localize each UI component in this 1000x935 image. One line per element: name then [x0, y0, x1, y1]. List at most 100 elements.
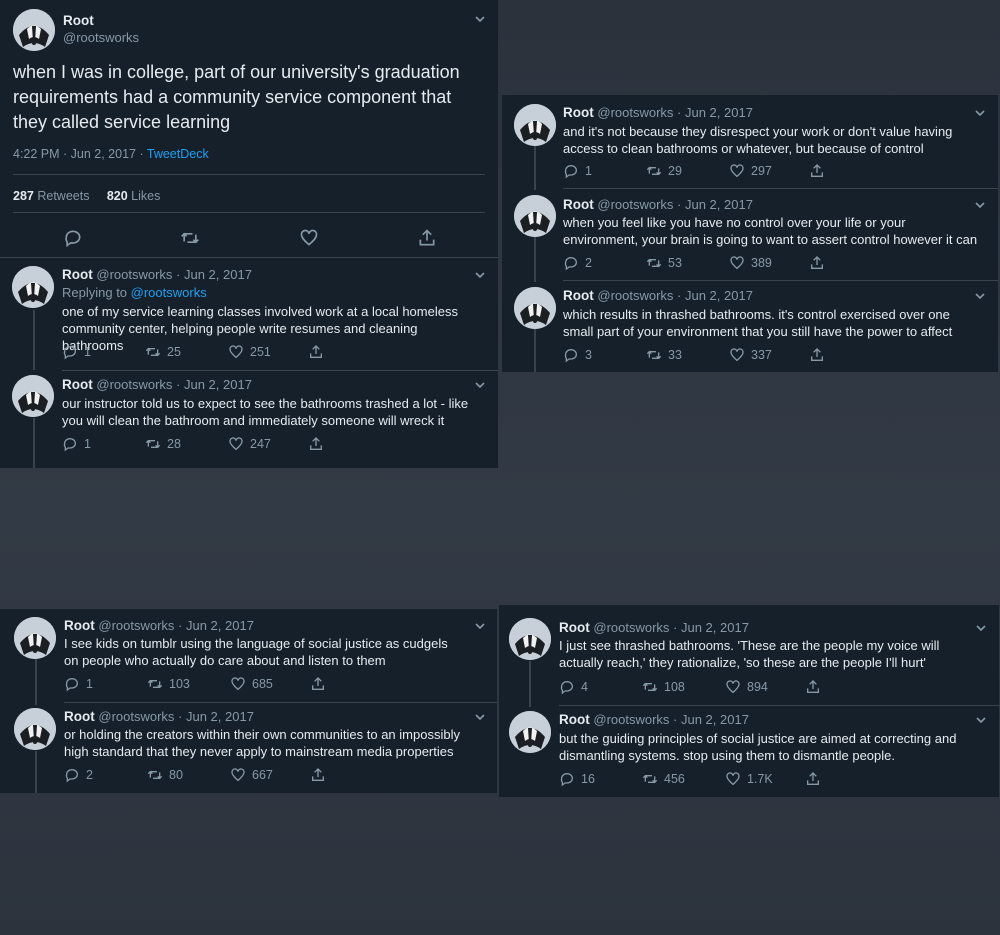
replying-to-link[interactable]: @rootsworks — [131, 285, 207, 300]
divider — [563, 280, 998, 281]
author-handle[interactable]: @rootsworks · Jun 2, 2017 — [593, 620, 749, 635]
badger-avatar[interactable] — [14, 708, 56, 750]
author-name[interactable]: Root — [559, 712, 590, 727]
author-handle[interactable]: @rootsworks · Jun 2, 2017 — [98, 709, 254, 724]
reply-icon[interactable] — [559, 771, 575, 787]
chevron-down-icon[interactable] — [974, 107, 986, 119]
retweet-icon[interactable] — [145, 344, 161, 360]
replying-label: Replying to — [62, 285, 131, 300]
retweet-icon[interactable] — [642, 679, 658, 695]
reply-icon[interactable] — [563, 163, 579, 179]
badger-avatar[interactable] — [514, 287, 556, 329]
badger-avatar[interactable] — [509, 618, 551, 660]
divider — [559, 705, 999, 706]
thread-line — [35, 751, 37, 793]
author-name[interactable]: Root — [563, 288, 594, 303]
author-handle[interactable]: @rootsworks · Jun 2, 2017 — [593, 712, 749, 727]
author-name[interactable]: Root — [64, 709, 95, 724]
retweet-icon[interactable] — [147, 676, 163, 692]
reply-icon[interactable] — [62, 436, 78, 452]
retweet-count: 80 — [169, 768, 183, 782]
author-handle[interactable]: @rootsworks · Jun 2, 2017 — [597, 197, 753, 212]
retweet-icon[interactable] — [646, 255, 662, 271]
chevron-down-icon[interactable] — [474, 711, 486, 723]
divider — [563, 188, 998, 189]
author-name[interactable]: Root — [563, 105, 594, 120]
chevron-down-icon[interactable] — [474, 13, 486, 25]
chevron-down-icon[interactable] — [975, 622, 987, 634]
chevron-down-icon[interactable] — [974, 290, 986, 302]
share-icon[interactable] — [809, 347, 825, 363]
badger-avatar[interactable] — [12, 375, 54, 417]
author-handle[interactable]: @rootsworks · Jun 2, 2017 — [98, 618, 254, 633]
share-icon[interactable] — [417, 228, 437, 248]
retweet-icon[interactable] — [642, 771, 658, 787]
retweet-icon[interactable] — [145, 436, 161, 452]
thread-line — [534, 237, 536, 282]
reply-icon[interactable] — [563, 255, 579, 271]
author-name[interactable]: Root — [64, 618, 95, 633]
author-handle[interactable]: @rootsworks · Jun 2, 2017 — [597, 288, 753, 303]
chevron-down-icon[interactable] — [974, 199, 986, 211]
author-handle[interactable]: @rootsworks · Jun 2, 2017 — [597, 105, 753, 120]
chevron-down-icon[interactable] — [474, 379, 486, 391]
share-icon[interactable] — [310, 767, 326, 783]
chevron-down-icon[interactable] — [474, 269, 486, 281]
share-icon[interactable] — [308, 344, 324, 360]
author-name[interactable]: Root — [63, 13, 94, 28]
divider — [13, 212, 485, 213]
author-handle[interactable]: @rootsworks — [63, 30, 139, 45]
author-name[interactable]: Root — [62, 267, 93, 282]
badger-avatar[interactable] — [514, 104, 556, 146]
heart-icon[interactable] — [228, 344, 244, 360]
share-icon[interactable] — [809, 255, 825, 271]
share-icon[interactable] — [308, 436, 324, 452]
heart-icon[interactable] — [729, 255, 745, 271]
divider — [64, 702, 497, 703]
heart-icon[interactable] — [230, 767, 246, 783]
badger-avatar[interactable] — [13, 9, 55, 51]
badger-avatar[interactable] — [12, 266, 54, 308]
retweets-label[interactable]: Retweets — [37, 189, 89, 203]
badger-avatar[interactable] — [14, 617, 56, 659]
retweet-icon[interactable] — [646, 163, 662, 179]
heart-icon[interactable] — [228, 436, 244, 452]
share-icon[interactable] — [805, 679, 821, 695]
reply-icon[interactable] — [563, 347, 579, 363]
likes-label[interactable]: Likes — [131, 189, 160, 203]
retweet-count: 33 — [668, 348, 682, 362]
author-name[interactable]: Root — [559, 620, 590, 635]
heart-icon[interactable] — [725, 771, 741, 787]
author-name[interactable]: Root — [563, 197, 594, 212]
reply-icon[interactable] — [559, 679, 575, 695]
retweets-count[interactable]: 287 — [13, 189, 34, 203]
heart-icon[interactable] — [725, 679, 741, 695]
author-name[interactable]: Root — [62, 377, 93, 392]
share-icon[interactable] — [809, 163, 825, 179]
thread-panel-3: Root @rootsworks · Jun 2, 2017 I see kid… — [0, 609, 497, 793]
chevron-down-icon[interactable] — [975, 714, 987, 726]
retweet-icon[interactable] — [646, 347, 662, 363]
heart-icon[interactable] — [729, 347, 745, 363]
chevron-down-icon[interactable] — [474, 620, 486, 632]
retweet-count: 25 — [167, 345, 181, 359]
badger-avatar[interactable] — [509, 711, 551, 753]
heart-icon[interactable] — [729, 163, 745, 179]
author-handle[interactable]: @rootsworks · Jun 2, 2017 — [96, 267, 252, 282]
reply-icon[interactable] — [64, 767, 80, 783]
reply-icon[interactable] — [62, 344, 78, 360]
share-icon[interactable] — [310, 676, 326, 692]
share-icon[interactable] — [805, 771, 821, 787]
tweet-actions: 4 108 894 — [559, 679, 839, 697]
reply-icon[interactable] — [64, 676, 80, 692]
tweet-text: I just see thrashed bathrooms. 'These ar… — [559, 638, 940, 670]
heart-icon[interactable] — [230, 676, 246, 692]
author-handle[interactable]: @rootsworks · Jun 2, 2017 — [96, 377, 252, 392]
reply-icon[interactable] — [63, 228, 83, 248]
badger-avatar[interactable] — [514, 195, 556, 237]
retweet-icon[interactable] — [147, 767, 163, 783]
likes-count[interactable]: 820 — [107, 189, 128, 203]
retweet-icon[interactable] — [180, 228, 200, 248]
tweetdeck-link[interactable]: TweetDeck — [147, 147, 209, 161]
heart-icon[interactable] — [299, 228, 319, 248]
